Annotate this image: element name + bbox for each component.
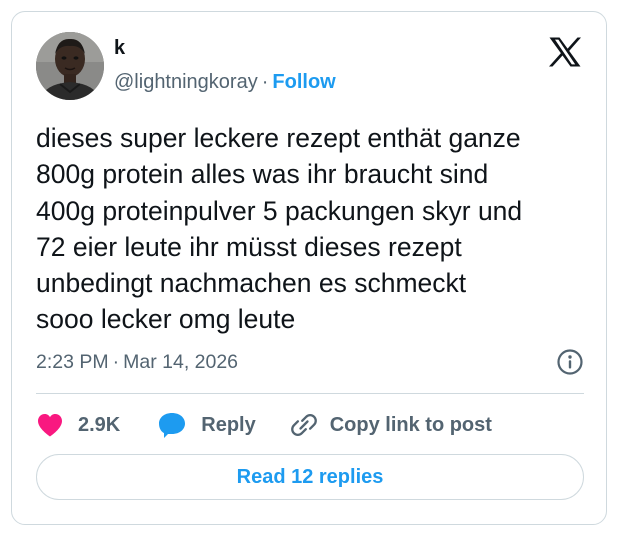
like-button[interactable]: 2.9K xyxy=(36,412,120,438)
tweet-embed-card: k @lightningkoray · Follow dieses super le… xyxy=(11,11,607,525)
reply-button[interactable]: Reply xyxy=(157,411,256,439)
author-display-name[interactable]: k xyxy=(114,36,125,60)
copy-link-label: Copy link to post xyxy=(329,413,492,436)
follow-button[interactable]: Follow xyxy=(272,71,335,93)
action-bar: 2.9K Reply Copy link to post xyxy=(36,408,492,442)
author-avatar[interactable] xyxy=(36,32,104,100)
author-handle-row: @lightningkoray · Follow xyxy=(114,70,336,94)
action-divider xyxy=(36,393,584,394)
timestamp-separator: · xyxy=(112,351,120,373)
copy-link-button[interactable]: Copy link to post xyxy=(290,411,492,439)
read-replies-button[interactable]: Read 12 replies xyxy=(36,454,584,500)
profile-photo-icon xyxy=(36,32,104,100)
speech-bubble-icon[interactable] xyxy=(157,411,187,439)
author-handle[interactable]: @lightningkoray xyxy=(114,71,258,93)
x-logo-icon[interactable] xyxy=(548,36,582,68)
link-icon[interactable] xyxy=(290,411,318,439)
like-count: 2.9K xyxy=(78,413,121,436)
heart-icon[interactable] xyxy=(36,412,64,438)
tweet-date[interactable]: Mar 14, 2026 xyxy=(123,351,238,373)
tweet-timestamp[interactable]: 2:23 PM · Mar 14, 2026 xyxy=(36,350,238,374)
read-replies-label: Read 12 replies xyxy=(236,465,384,488)
handle-separator: · xyxy=(261,71,269,93)
reply-label: Reply xyxy=(201,413,256,436)
info-icon[interactable] xyxy=(556,348,584,376)
tweet-time[interactable]: 2:23 PM xyxy=(36,351,109,373)
tweet-text: dieses super leckere rezept enthät ganze… xyxy=(36,123,523,335)
